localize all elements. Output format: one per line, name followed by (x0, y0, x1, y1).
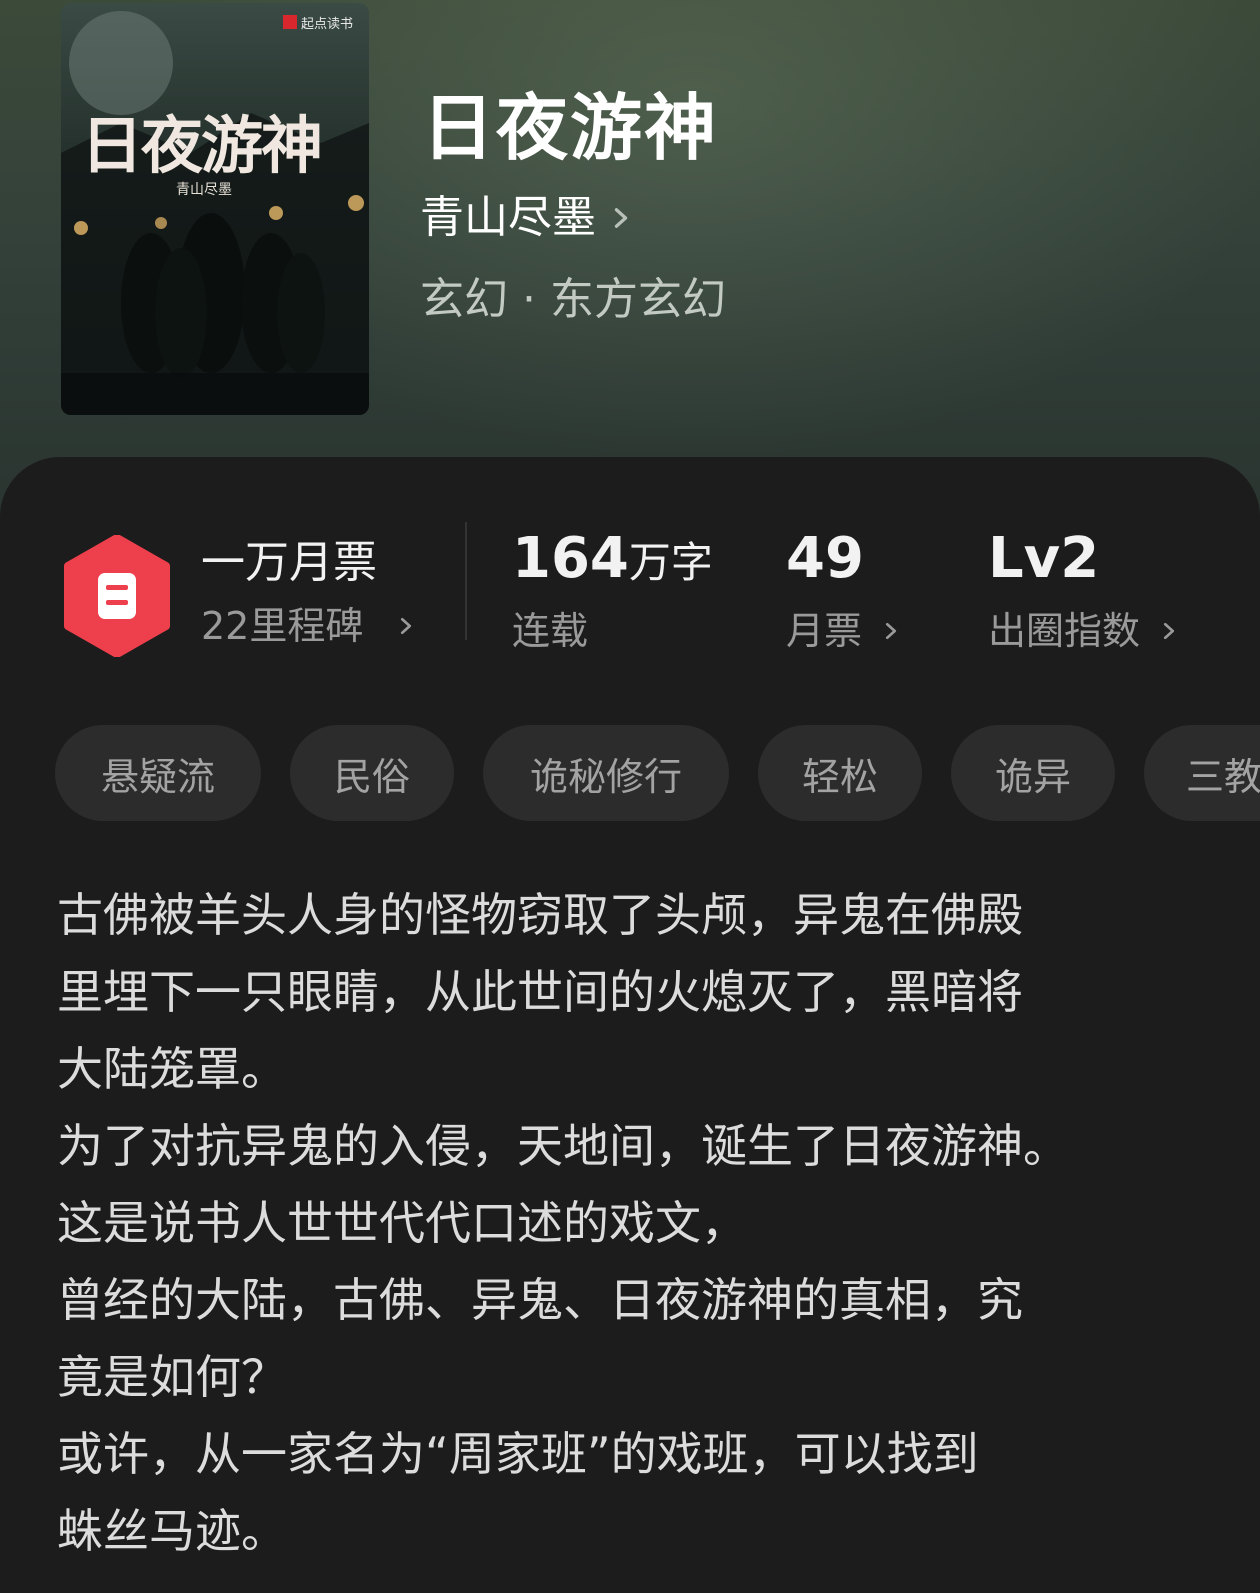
popularity-level: Lv2 (988, 526, 1100, 591)
description-line: 为了对抗异鬼的入侵，天地间，诞生了日夜游神。 (57, 1119, 1069, 1173)
cover-brand: 起点读书 (301, 17, 354, 32)
description-line: 这是说书人世世代代口述的戏文， (57, 1196, 747, 1250)
word-count-unit: 万字 (628, 538, 713, 587)
chevron-right-icon (401, 617, 412, 635)
description-line: 古佛被羊头人身的怪物窃取了头颅，异鬼在佛殿 (57, 888, 1023, 942)
chevron-right-icon (1163, 622, 1175, 640)
chevron-right-icon (614, 208, 628, 228)
description-line: 竟是如何？ (57, 1350, 287, 1404)
description-line: 蛛丝马迹。 (57, 1504, 287, 1558)
book-title: 日夜游神 (422, 86, 719, 170)
word-count: 164万字 (512, 531, 713, 587)
milestone-title: 一万月票 (201, 537, 377, 588)
book-header: 起点读书 日夜游神 青山尽墨 日夜游神 青山尽墨 玄幻 · 东方玄幻 (0, 0, 1260, 520)
word-count-number: 164 (512, 526, 629, 591)
monthly-votes-count: 49 (786, 526, 864, 591)
book-description: 古佛被羊头人身的怪物窃取了头颅，异鬼在佛殿 里埋下一只眼睛，从此世间的火熄灭了，… (57, 877, 1207, 1570)
serial-status: 连载 (512, 609, 589, 653)
tag-chip[interactable]: 诡异 (951, 725, 1115, 821)
book-info-panel: 一万月票 22里程碑 164万字 连载 49 月票 Lv2 出圈指数 悬疑流 民… (0, 457, 1260, 1593)
cover-art (61, 11, 369, 415)
cover-author: 青山尽墨 (176, 182, 232, 198)
tag-chip[interactable]: 悬疑流 (55, 725, 261, 821)
description-line: 或许，从一家名为“周家班”的戏班，可以找到 (57, 1427, 979, 1481)
author-name: 青山尽墨 (420, 192, 596, 243)
stats-divider (465, 522, 467, 640)
author-link[interactable]: 青山尽墨 (420, 196, 632, 240)
description-line: 曾经的大陆，古佛、异鬼、日夜游神的真相，究 (57, 1273, 1023, 1327)
tag-list: 悬疑流 民俗 诡秘修行 轻松 诡异 三教 (55, 725, 1260, 821)
book-cover-image[interactable]: 起点读书 日夜游神 青山尽墨 (61, 3, 369, 415)
tag-chip[interactable]: 诡秘修行 (483, 725, 729, 821)
chevron-right-icon (885, 622, 897, 640)
tag-chip[interactable]: 轻松 (758, 725, 922, 821)
tag-chip[interactable]: 民俗 (290, 725, 454, 821)
monthly-ticket-icon (64, 535, 170, 657)
monthly-votes-label: 月票 (786, 609, 863, 653)
book-genre: 玄幻 · 东方玄幻 (420, 274, 726, 325)
milestone-sub: 22里程碑 (201, 604, 364, 648)
cover-title: 日夜游神 (81, 109, 323, 182)
description-line: 大陆笼罩。 (57, 1042, 287, 1096)
description-line: 里埋下一只眼睛，从此世间的火熄灭了，黑暗将 (57, 965, 1023, 1019)
popularity-level-label: 出圈指数 (988, 609, 1141, 653)
tag-chip[interactable]: 三教 (1144, 725, 1260, 821)
stats-row: 一万月票 22里程碑 164万字 连载 49 月票 Lv2 出圈指数 (0, 457, 1260, 677)
